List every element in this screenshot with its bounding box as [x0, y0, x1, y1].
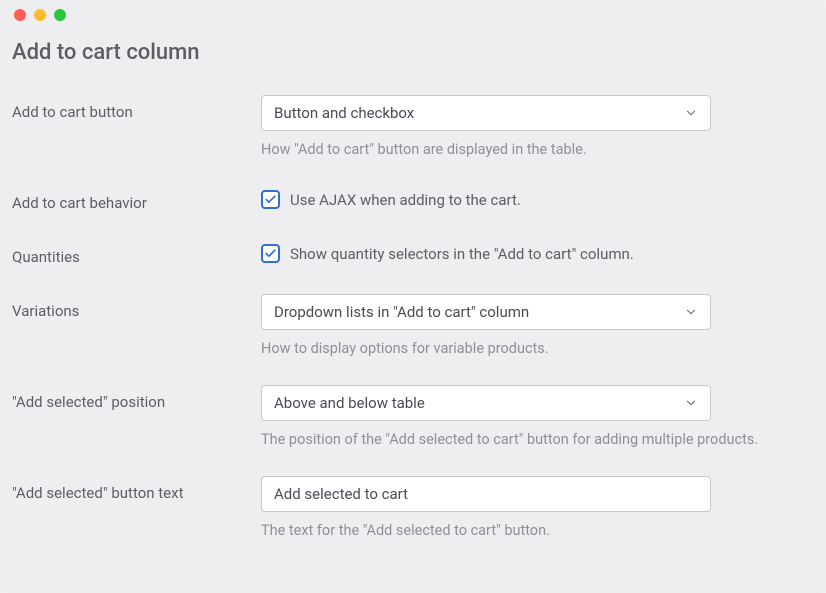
select-value: Above and below table [274, 394, 684, 412]
field-control: Use AJAX when adding to the cart. [261, 186, 814, 209]
field-add-to-cart-button: Add to cart button Button and checkbox H… [12, 95, 814, 158]
chevron-down-icon [684, 106, 698, 120]
field-quantities: Quantities Show quantity selectors in th… [12, 240, 814, 266]
field-variations: Variations Dropdown lists in "Add to car… [12, 294, 814, 357]
section-title: Add to cart column [12, 40, 814, 65]
add-selected-position-select[interactable]: Above and below table [261, 385, 711, 421]
add-selected-button-text-input[interactable] [261, 476, 711, 512]
field-label: Quantities [12, 240, 261, 266]
checkbox-row: Use AJAX when adding to the cart. [261, 186, 814, 209]
field-help: How to display options for variable prod… [261, 340, 814, 357]
field-label: "Add selected" position [12, 385, 261, 411]
field-add-selected-position: "Add selected" position Above and below … [12, 385, 814, 448]
checkbox-label: Use AJAX when adding to the cart. [290, 191, 521, 209]
field-help: The text for the "Add selected to cart" … [261, 522, 814, 539]
window-titlebar [0, 0, 826, 30]
add-to-cart-button-select[interactable]: Button and checkbox [261, 95, 711, 131]
field-label: Add to cart button [12, 95, 261, 121]
check-icon [264, 193, 277, 206]
chevron-down-icon [684, 396, 698, 410]
quantities-checkbox[interactable] [261, 244, 280, 263]
field-control: The text for the "Add selected to cart" … [261, 476, 814, 539]
field-control: Button and checkbox How "Add to cart" bu… [261, 95, 814, 158]
settings-window: Add to cart column Add to cart button Bu… [0, 0, 826, 593]
minimize-icon[interactable] [34, 9, 46, 21]
checkbox-row: Show quantity selectors in the "Add to c… [261, 240, 814, 263]
field-label: Add to cart behavior [12, 186, 261, 212]
variations-select[interactable]: Dropdown lists in "Add to cart" column [261, 294, 711, 330]
field-control: Dropdown lists in "Add to cart" column H… [261, 294, 814, 357]
maximize-icon[interactable] [54, 9, 66, 21]
field-help: How "Add to cart" button are displayed i… [261, 141, 814, 158]
field-add-selected-button-text: "Add selected" button text The text for … [12, 476, 814, 539]
field-label: Variations [12, 294, 261, 320]
field-add-to-cart-behavior: Add to cart behavior Use AJAX when addin… [12, 186, 814, 212]
chevron-down-icon [684, 305, 698, 319]
close-icon[interactable] [14, 9, 26, 21]
select-value: Dropdown lists in "Add to cart" column [274, 303, 684, 321]
settings-content: Add to cart column Add to cart button Bu… [0, 30, 826, 551]
field-label: "Add selected" button text [12, 476, 261, 502]
field-control: Above and below table The position of th… [261, 385, 814, 448]
ajax-checkbox[interactable] [261, 190, 280, 209]
select-value: Button and checkbox [274, 104, 684, 122]
field-control: Show quantity selectors in the "Add to c… [261, 240, 814, 263]
checkbox-label: Show quantity selectors in the "Add to c… [290, 245, 634, 263]
check-icon [264, 247, 277, 260]
field-help: The position of the "Add selected to car… [261, 431, 814, 448]
